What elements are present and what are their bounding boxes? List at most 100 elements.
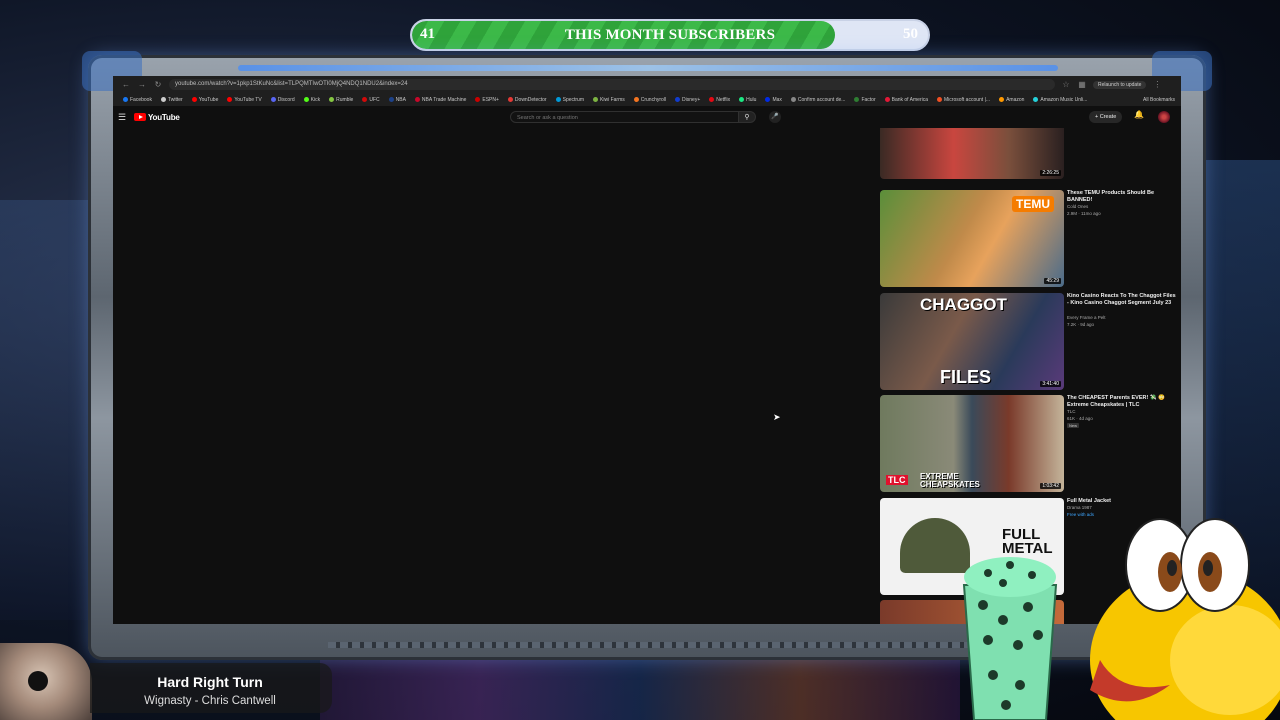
bookmark-item[interactable]: Factor	[854, 97, 876, 103]
channel-name[interactable]: Every Frame a Pelt	[1067, 315, 1106, 320]
bookmark-item[interactable]: Twitter	[160, 96, 183, 103]
video-title[interactable]: These TEMU Products Should Be BANNED!	[1067, 190, 1179, 204]
bookmark-favicon-icon	[999, 97, 1005, 102]
bookmark-item[interactable]: Facebook	[123, 97, 152, 103]
youtube-header: ☰ YouTube Search or ask a question ⚲ 🎤 +…	[113, 106, 1181, 128]
bookmark-favicon-icon	[303, 97, 309, 102]
bookmark-item[interactable]: Kick	[303, 96, 321, 103]
youtube-logo[interactable]: YouTube	[134, 113, 180, 122]
bookmark-label: Amazon	[1006, 96, 1025, 103]
video-title[interactable]: Kino Casino Reacts To The Chaggot Files …	[1067, 293, 1179, 307]
bookmark-favicon-icon	[362, 97, 368, 102]
browser-toolbar: ← → ↻ youtube.com/watch?v=1pkp1StKuNc&li…	[113, 76, 1181, 93]
bookmark-label: YouTube TV	[234, 96, 262, 103]
bookmark-item[interactable]: Confirm account de...	[790, 97, 845, 103]
star-icon[interactable]: ☆	[1061, 80, 1071, 89]
video-title[interactable]: Full Metal Jacket	[1067, 498, 1179, 505]
video-meta: 2.9M · 11mo ago	[1067, 211, 1101, 216]
video-thumbnail[interactable]: CHAGGOT FILES 3:41:40	[880, 293, 1064, 390]
bookmark-label: Discord	[277, 96, 295, 103]
video-thumbnail[interactable]: TLC EXTREME CHEAPSKATES 1:03:42	[880, 395, 1064, 492]
bookmark-item[interactable]: Amazon	[999, 97, 1024, 103]
address-bar[interactable]: youtube.com/watch?v=1pkp1StKuNc&list=TLP…	[169, 79, 1055, 90]
bookmark-item[interactable]: Crunchyroll	[633, 97, 666, 103]
frame-top-lights	[238, 65, 1058, 71]
microphone-icon[interactable]: 🎤	[769, 111, 781, 123]
video-thumbnail[interactable]: 2:26:25	[880, 128, 1064, 179]
bookmark-item[interactable]: Amazon Music Unli...	[1033, 97, 1087, 103]
bookmark-item[interactable]: DownDetector	[507, 96, 547, 103]
new-badge: New	[1067, 423, 1080, 428]
bookmark-item[interactable]: NBA	[388, 97, 406, 103]
now-playing-artist: Wignasty - Chris Cantwell	[144, 695, 276, 707]
bookmark-label: Hulu	[746, 96, 757, 103]
youtube-play-icon	[134, 113, 146, 121]
bookmark-item[interactable]: Netflix	[709, 97, 730, 103]
background-neon-reflection	[320, 660, 960, 720]
bookmark-label: ESPN+	[482, 96, 499, 103]
bookmark-item[interactable]: Microsoft account |...	[937, 97, 990, 103]
bookmark-favicon-icon	[854, 97, 860, 102]
bookmark-item[interactable]: Disney+	[675, 97, 700, 103]
bookmark-item[interactable]: Discord	[270, 96, 295, 103]
thumbnail-text-top: CHAGGOT	[920, 295, 1007, 314]
bookmark-favicon-icon	[160, 97, 166, 102]
reload-icon[interactable]: ↻	[153, 80, 163, 89]
channel-name[interactable]: Cold Ones	[1067, 204, 1088, 209]
bookmark-favicon-icon	[937, 97, 943, 102]
bookmark-item[interactable]: Bank of America	[884, 96, 929, 103]
back-icon[interactable]: ←	[121, 80, 131, 89]
tlc-logo: TLC	[886, 475, 908, 485]
thumbnail-text: EXTREME CHEAPSKATES	[920, 472, 980, 489]
bookmark-favicon-icon	[475, 97, 481, 102]
create-button[interactable]: + Create	[1089, 111, 1123, 123]
bookmark-item[interactable]: Max	[765, 96, 782, 103]
bookmark-favicon-icon	[739, 97, 745, 102]
bookmark-label: Amazon Music Unli...	[1040, 96, 1088, 103]
video-duration: 3:41:40	[1040, 381, 1061, 387]
bookmark-label: Twitter	[167, 96, 183, 103]
search-input[interactable]: Search or ask a question	[510, 111, 750, 123]
account-avatar[interactable]	[1158, 111, 1170, 123]
video-title[interactable]: The CHEAPEST Parents EVER! 💸 😳 Extreme C…	[1067, 395, 1179, 409]
create-button-label: Create	[1099, 114, 1117, 120]
bookmark-label: NBA Trade Machine	[421, 96, 467, 103]
video-thumbnail[interactable]: TEMU 45:29	[880, 190, 1064, 287]
bookmark-label: DownDetector	[514, 96, 547, 103]
bookmark-item[interactable]: YouTube TV	[227, 96, 262, 103]
youtube-logo-text: YouTube	[148, 112, 180, 122]
bookmark-favicon-icon	[633, 97, 639, 102]
relaunch-button[interactable]: Relaunch to update	[1093, 80, 1147, 89]
video-player[interactable]: ➤	[113, 128, 873, 624]
subscriber-goal-label: THIS MONTH SUBSCRIBERS	[564, 27, 776, 43]
bookmark-label: Netflix	[716, 96, 731, 103]
bookmark-item[interactable]: Spectrum	[555, 97, 584, 103]
all-bookmarks-button[interactable]: All Bookmarks	[1143, 97, 1181, 103]
now-playing-panel: Hard Right Turn Wignasty - Chris Cantwel…	[90, 663, 332, 713]
bookmark-favicon-icon	[270, 97, 276, 102]
bookmark-item[interactable]: ESPN+	[475, 97, 499, 103]
frame-bottom-vents	[328, 642, 968, 648]
extensions-icon[interactable]: ▦	[1077, 80, 1087, 89]
bookmark-item[interactable]: NBA Trade Machine	[414, 96, 467, 103]
video-meta: 61K · 4d ago	[1067, 416, 1093, 421]
bookmark-label: Kick	[310, 96, 321, 103]
bookmark-favicon-icon	[1033, 97, 1039, 102]
bookmark-item[interactable]: Hulu	[739, 97, 756, 103]
bookmark-item[interactable]: UFC	[362, 97, 380, 103]
bookmark-item[interactable]: Kiwi Farms	[593, 97, 625, 103]
channel-name[interactable]: TLC	[1067, 409, 1076, 414]
bookmark-label: Max	[772, 96, 782, 103]
search-icon[interactable]: ⚲	[738, 111, 756, 123]
bookmark-favicon-icon	[555, 97, 561, 102]
hamburger-menu-icon[interactable]: ☰	[116, 112, 128, 123]
bookmark-item[interactable]: YouTube	[191, 97, 218, 103]
bookmark-favicon-icon	[388, 97, 394, 102]
bookmark-label: Bank of America	[891, 96, 929, 103]
bookmark-item[interactable]: Rumble	[329, 97, 353, 103]
forward-icon[interactable]: →	[137, 80, 147, 89]
notifications-bell-icon[interactable]: 🔔	[1134, 110, 1144, 119]
menu-icon[interactable]: ⋮	[1152, 80, 1162, 89]
bookmark-favicon-icon	[675, 97, 681, 102]
bookmark-favicon-icon	[884, 97, 890, 102]
